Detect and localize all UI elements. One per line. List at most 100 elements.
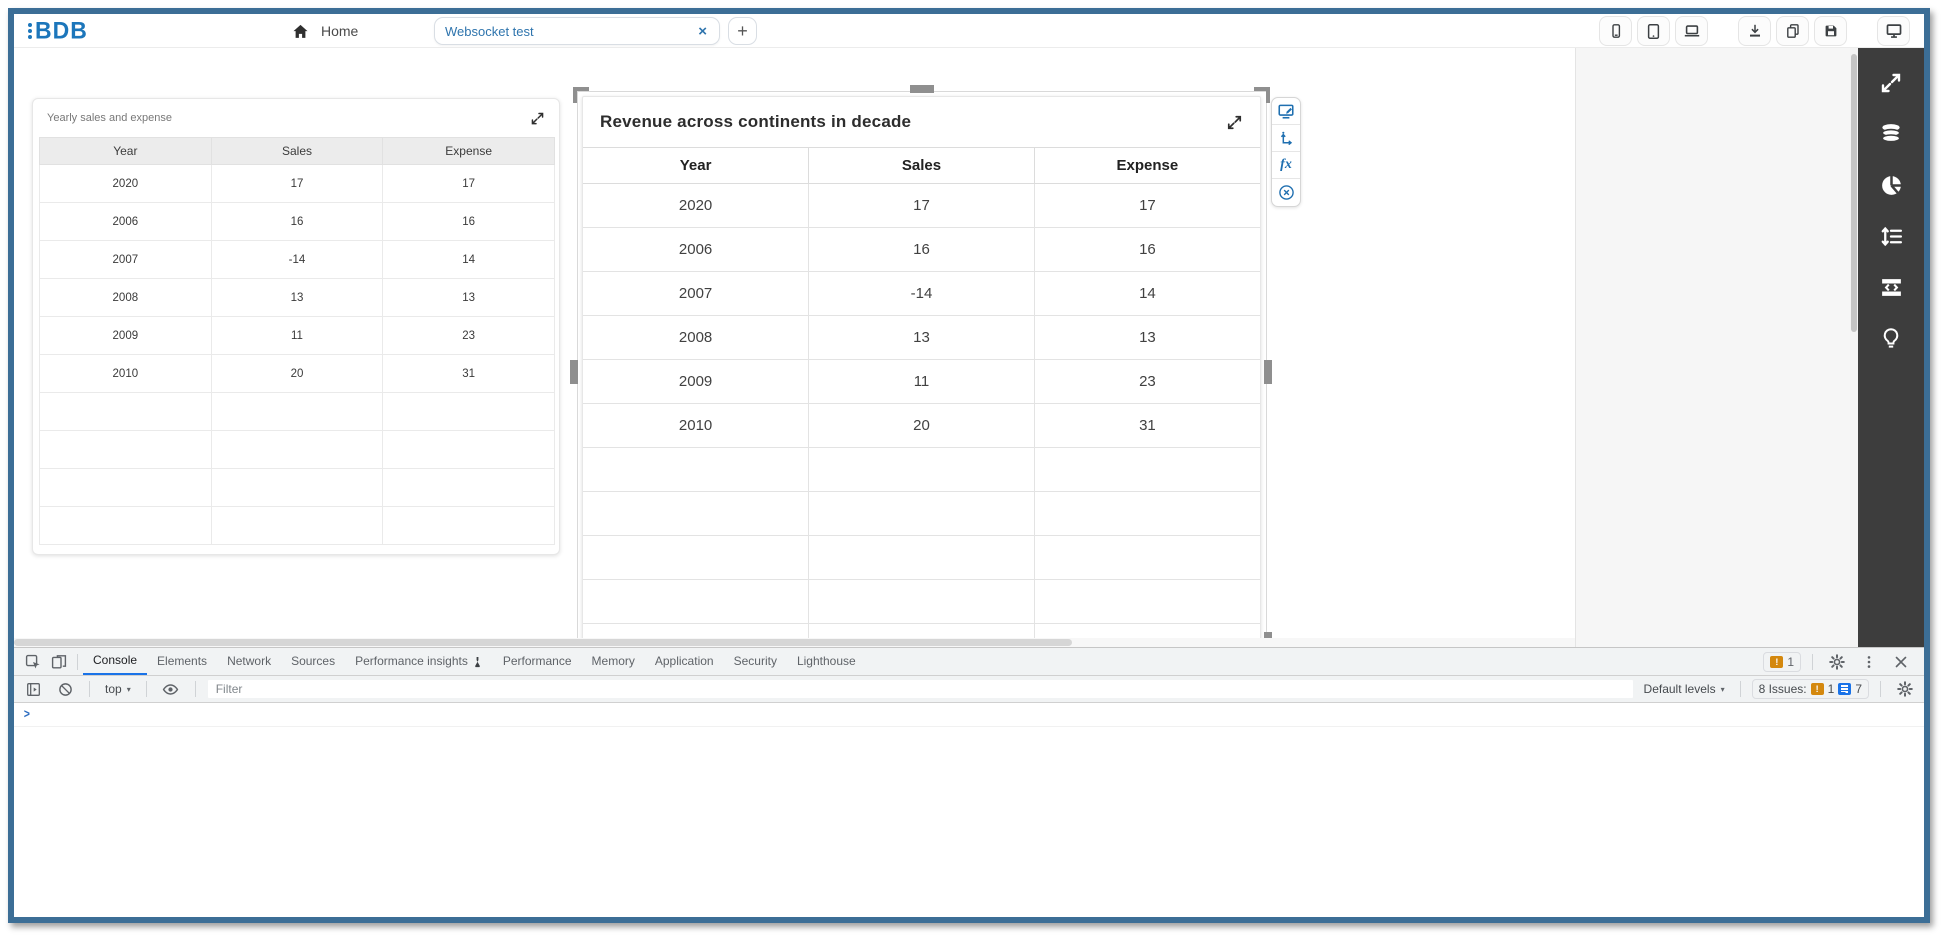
widget-toolbar: fx [1271,97,1301,207]
phone-preview-button[interactable] [1599,16,1632,46]
issues-count: 1 [1787,655,1794,669]
devtools-tabbar: Console Elements Network Sources Perform… [14,648,1924,676]
widget2-maximize-icon[interactable] [1226,114,1243,131]
console-sidebar-toggle-icon[interactable] [20,676,46,702]
warning-count: 1 [1828,682,1835,696]
caret-down-icon: ▾ [1721,685,1725,694]
table-row-empty [40,431,555,469]
edit-chart-icon[interactable] [1272,98,1300,125]
widget-revenue-continents[interactable]: Revenue across continents in decade Year… [582,96,1261,647]
widget2-title: Revenue across continents in decade [600,112,1226,132]
widget-yearly-sales[interactable]: Yearly sales and expense Year Sales Expe… [32,98,560,555]
formula-fx-icon[interactable]: fx [1272,152,1300,179]
table-row: 2007-1414 [583,272,1260,316]
devtools-menu-icon[interactable] [1856,649,1882,675]
tab-security[interactable]: Security [724,648,787,675]
issues-summary-chip[interactable]: 8 Issues: ! 1 7 [1752,679,1869,699]
tab-console[interactable]: Console [83,648,147,675]
tab-performance[interactable]: Performance [493,648,582,675]
list-properties-icon[interactable] [1878,223,1904,249]
laptop-preview-button[interactable] [1675,16,1708,46]
tab-sources[interactable]: Sources [281,648,345,675]
resize-handle-top-left[interactable] [573,87,589,103]
tablet-preview-button[interactable] [1637,16,1670,46]
tab-network[interactable]: Network [217,648,281,675]
console-output[interactable]: > [14,703,1924,917]
script-code-icon[interactable] [1878,274,1904,300]
col-expense[interactable]: Expense [1034,148,1260,184]
vertical-scroll-thumb[interactable] [1851,54,1857,332]
console-toolbar: top ▾ Default levels ▾ 8 Issues: ! 1 7 [14,676,1924,703]
save-button[interactable] [1814,16,1847,46]
issues-counter-chip[interactable]: ! 1 [1763,652,1801,672]
widget1-maximize-icon[interactable] [530,111,545,126]
devtools-close-icon[interactable] [1888,649,1914,675]
tab-performance-insights[interactable]: Performance insights [345,648,493,675]
resize-handle-mid-left[interactable] [570,360,578,384]
widget1-table: Year Sales Expense 20201717 20061616 200… [39,137,555,545]
caret-down-icon: ▾ [127,685,131,694]
device-toolbar-icon[interactable] [46,649,72,675]
table-row: 20091123 [40,317,555,355]
axis-settings-icon[interactable] [1272,125,1300,152]
remove-widget-icon[interactable] [1272,179,1300,206]
log-levels-selector[interactable]: Default levels ▾ [1640,682,1729,696]
tab-close-icon[interactable]: × [696,23,709,40]
table-row: 20061616 [583,228,1260,272]
visualizations-icon[interactable] [1878,172,1904,198]
preview-monitor-button[interactable] [1877,16,1910,46]
info-count: 7 [1855,682,1862,696]
dashboard-canvas[interactable]: Yearly sales and expense Year Sales Expe… [14,48,1575,647]
logo-dots-icon [28,23,32,39]
table-row: 20201717 [40,165,555,203]
console-filter-input[interactable] [207,679,1634,699]
execution-context-selector[interactable]: top ▾ [101,682,135,696]
new-tab-button[interactable]: + [728,17,757,45]
col-year[interactable]: Year [583,148,809,184]
table-row-empty [583,580,1260,624]
widget2-table: Year Sales Expense 20201717 20061616 200… [583,147,1260,647]
devtools-panel: Console Elements Network Sources Perform… [14,647,1924,917]
table-row: 2007-1414 [40,241,555,279]
col-expense[interactable]: Expense [383,138,555,165]
widget2-title-row: Revenue across continents in decade [583,97,1260,147]
inspect-element-icon[interactable] [20,649,46,675]
app-window: BDB Home Websocket test × + [8,8,1930,923]
devtools-tabbar-actions: ! 1 [1763,649,1924,675]
horizontal-scroll-thumb[interactable] [14,639,1072,646]
col-year[interactable]: Year [40,138,212,165]
clear-console-icon[interactable] [52,676,78,702]
home-nav[interactable]: Home [292,14,358,48]
canvas-horizontal-scrollbar[interactable] [14,638,1575,647]
duplicate-button[interactable] [1776,16,1809,46]
resize-handle-top-center[interactable] [910,85,934,93]
dashboard-tab-title: Websocket test [445,24,696,39]
warning-bubble-icon: ! [1811,683,1824,695]
tab-application[interactable]: Application [645,648,724,675]
table-row: 20201717 [583,184,1260,228]
screenshot-root: BDB Home Websocket test × + [0,0,1944,939]
dashboard-tab[interactable]: Websocket test × [434,17,720,45]
canvas-gutter [1575,48,1850,647]
devtools-settings-icon[interactable] [1824,649,1850,675]
console-prompt-row[interactable]: > [14,703,1924,727]
live-expression-eye-icon[interactable] [158,676,184,702]
home-label: Home [321,23,358,39]
table-row: 20061616 [40,203,555,241]
tab-lighthouse[interactable]: Lighthouse [787,648,866,675]
bdb-logo[interactable]: BDB [28,17,88,44]
data-sources-icon[interactable] [1878,121,1904,147]
col-sales[interactable]: Sales [809,148,1035,184]
download-button[interactable] [1738,16,1771,46]
insights-bulb-icon[interactable] [1878,325,1904,351]
console-settings-icon[interactable] [1892,676,1918,702]
table-row-empty [583,448,1260,492]
resize-handle-top-right[interactable] [1254,87,1270,103]
expand-icon[interactable] [1878,70,1904,96]
tab-elements[interactable]: Elements [147,648,217,675]
resize-handle-mid-right[interactable] [1264,360,1272,384]
table-row: 20102031 [583,404,1260,448]
canvas-vertical-scrollbar[interactable] [1850,48,1858,647]
tab-memory[interactable]: Memory [582,648,645,675]
col-sales[interactable]: Sales [211,138,383,165]
